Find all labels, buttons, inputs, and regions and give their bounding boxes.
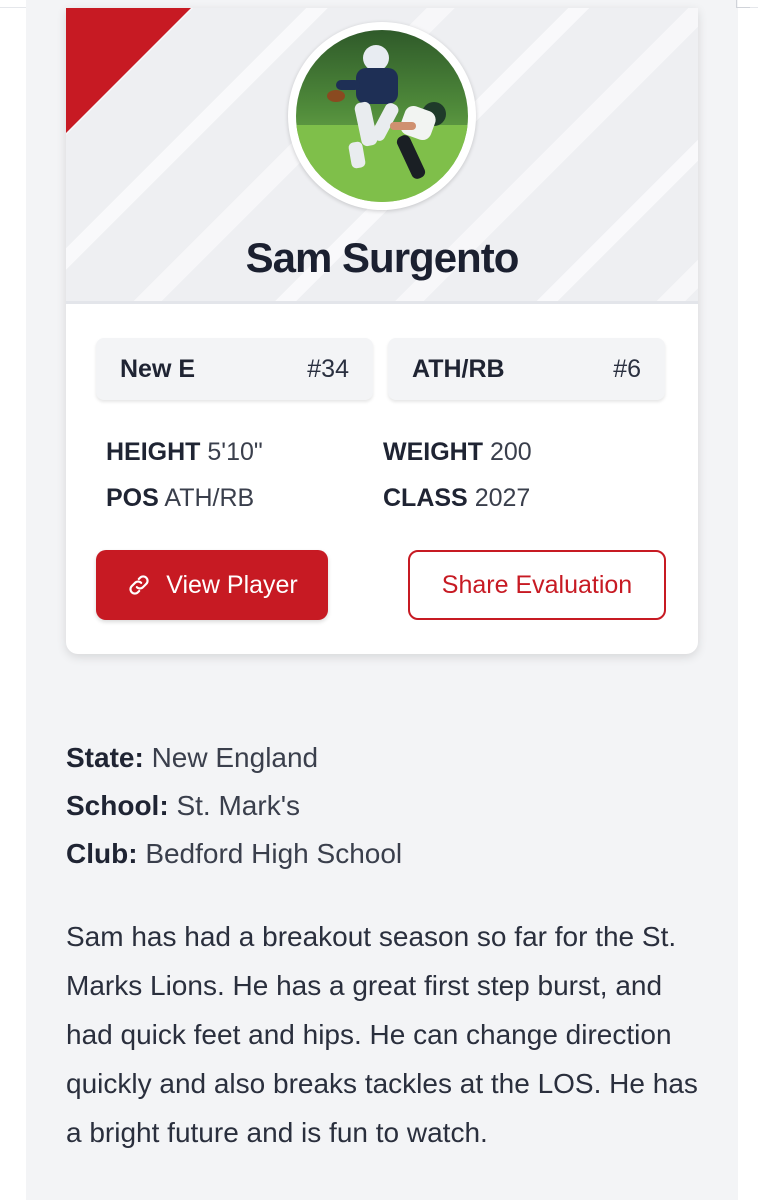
height-stat: HEIGHT 5'10" bbox=[106, 438, 263, 467]
team-chip: New E #34 bbox=[96, 338, 373, 400]
state-value: New England bbox=[151, 742, 319, 773]
class-key: CLASS bbox=[383, 484, 468, 512]
player-name: Sam Surgento bbox=[245, 234, 520, 281]
pos-stat: POS ATH/RB bbox=[106, 484, 254, 513]
height-key: HEIGHT bbox=[106, 438, 201, 466]
view-player-label: View Player bbox=[166, 570, 298, 599]
state-row: State: New England bbox=[66, 734, 402, 782]
class-value: 2027 bbox=[474, 484, 531, 512]
position-chip: ATH/RB #6 bbox=[388, 338, 665, 400]
club-row: Club: Bedford High School bbox=[66, 830, 402, 878]
player-avatar bbox=[288, 22, 476, 210]
pos-key: POS bbox=[106, 484, 159, 512]
school-row: School: St. Mark's bbox=[66, 782, 402, 830]
link-icon bbox=[126, 572, 152, 598]
view-player-button[interactable]: View Player bbox=[96, 550, 328, 620]
club-value: Bedford High School bbox=[145, 838, 403, 869]
team-label: New E bbox=[120, 354, 196, 383]
team-number: #34 bbox=[307, 354, 349, 383]
position-rank: #6 bbox=[613, 354, 641, 383]
player-details: State: New England School: St. Mark's Cl… bbox=[66, 734, 402, 878]
weight-value: 200 bbox=[489, 438, 532, 466]
weight-stat: WEIGHT 200 bbox=[383, 438, 532, 467]
scroll-indicator bbox=[736, 0, 750, 8]
position-label: ATH/RB bbox=[412, 354, 505, 383]
share-evaluation-button[interactable]: Share Evaluation bbox=[408, 550, 666, 620]
player-card: Sam Surgento New E #34 ATH/RB #6 HEIGHT … bbox=[66, 8, 698, 654]
class-stat: CLASS 2027 bbox=[383, 484, 530, 513]
corner-accent bbox=[66, 8, 191, 133]
weight-key: WEIGHT bbox=[383, 438, 483, 466]
player-card-header: Sam Surgento bbox=[66, 8, 698, 304]
share-evaluation-label: Share Evaluation bbox=[441, 570, 633, 599]
school-key: School: bbox=[66, 790, 169, 821]
club-key: Club: bbox=[66, 838, 138, 869]
player-bio: Sam has had a breakout season so far for… bbox=[66, 921, 698, 1148]
height-value: 5'10" bbox=[207, 438, 263, 466]
state-key: State: bbox=[66, 742, 144, 773]
school-value: St. Mark's bbox=[176, 790, 301, 821]
player-photo-icon bbox=[296, 30, 468, 202]
pos-value: ATH/RB bbox=[164, 484, 255, 512]
